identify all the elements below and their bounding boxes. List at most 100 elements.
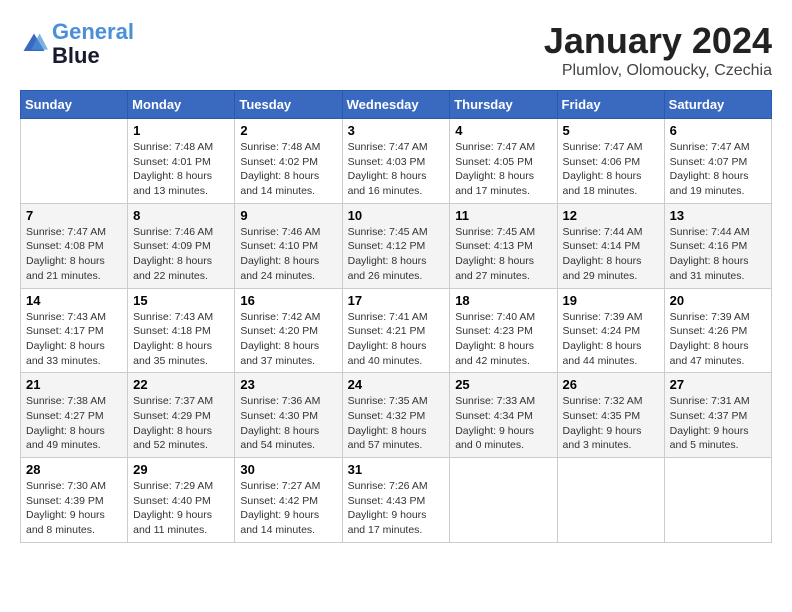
day-info: Sunrise: 7:47 AM Sunset: 4:07 PM Dayligh…: [670, 140, 766, 199]
week-row-4: 28 Sunrise: 7:30 AM Sunset: 4:39 PM Dayli…: [21, 458, 772, 543]
day-number: 12: [563, 208, 659, 223]
location-subtitle: Plumlov, Olomoucky, Czechia: [544, 62, 772, 80]
header-wednesday: Wednesday: [342, 91, 450, 119]
day-number: 17: [348, 293, 445, 308]
day-number: 9: [240, 208, 336, 223]
day-info: Sunrise: 7:46 AM Sunset: 4:09 PM Dayligh…: [133, 225, 229, 284]
day-number: 14: [26, 293, 122, 308]
day-number: 2: [240, 123, 336, 138]
week-row-1: 7Sunrise: 7:47 AM Sunset: 4:08 PM Daylig…: [21, 203, 772, 288]
day-cell: 12 Sunrise: 7:44 AM Sunset: 4:14 PM Dayli…: [557, 203, 664, 288]
day-cell: 8 Sunrise: 7:46 AM Sunset: 4:09 PM Daylig…: [128, 203, 235, 288]
day-info: Sunrise: 7:40 AM Sunset: 4:23 PM Dayligh…: [455, 310, 551, 369]
day-info: Sunrise: 7:47 AM Sunset: 4:05 PM Dayligh…: [455, 140, 551, 199]
day-info: Sunrise: 7:37 AM Sunset: 4:29 PM Dayligh…: [133, 394, 229, 453]
day-info: Sunrise: 7:45 AM Sunset: 4:12 PM Dayligh…: [348, 225, 445, 284]
day-cell: 25 Sunrise: 7:33 AM Sunset: 4:34 PM Dayli…: [450, 373, 557, 458]
day-number: 19: [563, 293, 659, 308]
day-cell: 3 Sunrise: 7:47 AM Sunset: 4:03 PM Daylig…: [342, 119, 450, 204]
day-cell: 18 Sunrise: 7:40 AM Sunset: 4:23 PM Dayli…: [450, 288, 557, 373]
day-number: 23: [240, 377, 336, 392]
logo-icon: [20, 30, 48, 58]
header-tuesday: Tuesday: [235, 91, 342, 119]
day-info: Sunrise: 7:44 AM Sunset: 4:16 PM Dayligh…: [670, 225, 766, 284]
day-info: Sunrise: 7:27 AM Sunset: 4:42 PM Dayligh…: [240, 479, 336, 538]
day-info: Sunrise: 7:45 AM Sunset: 4:13 PM Dayligh…: [455, 225, 551, 284]
day-info: Sunrise: 7:31 AM Sunset: 4:37 PM Dayligh…: [670, 394, 766, 453]
day-info: Sunrise: 7:38 AM Sunset: 4:27 PM Dayligh…: [26, 394, 122, 453]
day-number: 16: [240, 293, 336, 308]
day-number: 11: [455, 208, 551, 223]
day-info: Sunrise: 7:43 AM Sunset: 4:17 PM Dayligh…: [26, 310, 122, 369]
day-number: 24: [348, 377, 445, 392]
day-info: Sunrise: 7:36 AM Sunset: 4:30 PM Dayligh…: [240, 394, 336, 453]
day-info: Sunrise: 7:32 AM Sunset: 4:35 PM Dayligh…: [563, 394, 659, 453]
day-info: Sunrise: 7:29 AM Sunset: 4:40 PM Dayligh…: [133, 479, 229, 538]
week-row-2: 14 Sunrise: 7:43 AM Sunset: 4:17 PM Dayli…: [21, 288, 772, 373]
day-number: 5: [563, 123, 659, 138]
day-number: 6: [670, 123, 766, 138]
day-cell: 31Sunrise: 7:26 AM Sunset: 4:43 PM Dayli…: [342, 458, 450, 543]
day-cell: 13Sunrise: 7:44 AM Sunset: 4:16 PM Dayli…: [664, 203, 771, 288]
calendar-table: SundayMondayTuesdayWednesdayThursdayFrid…: [20, 90, 772, 543]
day-cell: 10 Sunrise: 7:45 AM Sunset: 4:12 PM Dayli…: [342, 203, 450, 288]
day-cell: 14 Sunrise: 7:43 AM Sunset: 4:17 PM Dayli…: [21, 288, 128, 373]
day-number: 10: [348, 208, 445, 223]
day-cell: 27 Sunrise: 7:31 AM Sunset: 4:37 PM Dayli…: [664, 373, 771, 458]
day-number: 20: [670, 293, 766, 308]
day-cell: 22 Sunrise: 7:37 AM Sunset: 4:29 PM Dayli…: [128, 373, 235, 458]
day-info: Sunrise: 7:44 AM Sunset: 4:14 PM Dayligh…: [563, 225, 659, 284]
day-cell: 24 Sunrise: 7:35 AM Sunset: 4:32 PM Dayli…: [342, 373, 450, 458]
day-cell: 15 Sunrise: 7:43 AM Sunset: 4:18 PM Dayli…: [128, 288, 235, 373]
day-cell: 26 Sunrise: 7:32 AM Sunset: 4:35 PM Dayli…: [557, 373, 664, 458]
day-info: Sunrise: 7:47 AM Sunset: 4:03 PM Dayligh…: [348, 140, 445, 199]
header-saturday: Saturday: [664, 91, 771, 119]
day-number: 28: [26, 462, 122, 477]
day-cell: 21 Sunrise: 7:38 AM Sunset: 4:27 PM Dayli…: [21, 373, 128, 458]
day-number: 15: [133, 293, 229, 308]
header-row: SundayMondayTuesdayWednesdayThursdayFrid…: [21, 91, 772, 119]
day-cell: 11 Sunrise: 7:45 AM Sunset: 4:13 PM Dayli…: [450, 203, 557, 288]
day-number: 22: [133, 377, 229, 392]
week-row-3: 21 Sunrise: 7:38 AM Sunset: 4:27 PM Dayli…: [21, 373, 772, 458]
calendar-header: SundayMondayTuesdayWednesdayThursdayFrid…: [21, 91, 772, 119]
day-info: Sunrise: 7:43 AM Sunset: 4:18 PM Dayligh…: [133, 310, 229, 369]
day-info: Sunrise: 7:33 AM Sunset: 4:34 PM Dayligh…: [455, 394, 551, 453]
day-cell: 30Sunrise: 7:27 AM Sunset: 4:42 PM Dayli…: [235, 458, 342, 543]
day-info: Sunrise: 7:30 AM Sunset: 4:39 PM Dayligh…: [26, 479, 122, 538]
day-number: 25: [455, 377, 551, 392]
week-row-0: 1 Sunrise: 7:48 AM Sunset: 4:01 PM Daylig…: [21, 119, 772, 204]
day-info: Sunrise: 7:47 AM Sunset: 4:08 PM Dayligh…: [26, 225, 122, 284]
logo: General Blue: [20, 20, 134, 68]
day-info: Sunrise: 7:35 AM Sunset: 4:32 PM Dayligh…: [348, 394, 445, 453]
day-number: 27: [670, 377, 766, 392]
day-number: 3: [348, 123, 445, 138]
day-info: Sunrise: 7:26 AM Sunset: 4:43 PM Dayligh…: [348, 479, 445, 538]
header-friday: Friday: [557, 91, 664, 119]
day-info: Sunrise: 7:39 AM Sunset: 4:24 PM Dayligh…: [563, 310, 659, 369]
day-info: Sunrise: 7:41 AM Sunset: 4:21 PM Dayligh…: [348, 310, 445, 369]
day-number: 8: [133, 208, 229, 223]
day-cell: 20 Sunrise: 7:39 AM Sunset: 4:26 PM Dayli…: [664, 288, 771, 373]
day-info: Sunrise: 7:48 AM Sunset: 4:01 PM Dayligh…: [133, 140, 229, 199]
day-cell: [664, 458, 771, 543]
day-cell: 28 Sunrise: 7:30 AM Sunset: 4:39 PM Dayli…: [21, 458, 128, 543]
page-header: General Blue January 2024 Plumlov, Olomo…: [20, 20, 772, 80]
day-info: Sunrise: 7:39 AM Sunset: 4:26 PM Dayligh…: [670, 310, 766, 369]
day-cell: [450, 458, 557, 543]
day-cell: 4Sunrise: 7:47 AM Sunset: 4:05 PM Daylig…: [450, 119, 557, 204]
day-cell: 1 Sunrise: 7:48 AM Sunset: 4:01 PM Daylig…: [128, 119, 235, 204]
day-cell: [21, 119, 128, 204]
day-number: 21: [26, 377, 122, 392]
header-monday: Monday: [128, 91, 235, 119]
day-cell: 7Sunrise: 7:47 AM Sunset: 4:08 PM Daylig…: [21, 203, 128, 288]
day-cell: 23 Sunrise: 7:36 AM Sunset: 4:30 PM Dayli…: [235, 373, 342, 458]
day-number: 18: [455, 293, 551, 308]
day-number: 29: [133, 462, 229, 477]
header-thursday: Thursday: [450, 91, 557, 119]
day-cell: 2Sunrise: 7:48 AM Sunset: 4:02 PM Daylig…: [235, 119, 342, 204]
day-cell: 16Sunrise: 7:42 AM Sunset: 4:20 PM Dayli…: [235, 288, 342, 373]
day-number: 26: [563, 377, 659, 392]
logo-text: General Blue: [52, 20, 134, 68]
day-number: 1: [133, 123, 229, 138]
